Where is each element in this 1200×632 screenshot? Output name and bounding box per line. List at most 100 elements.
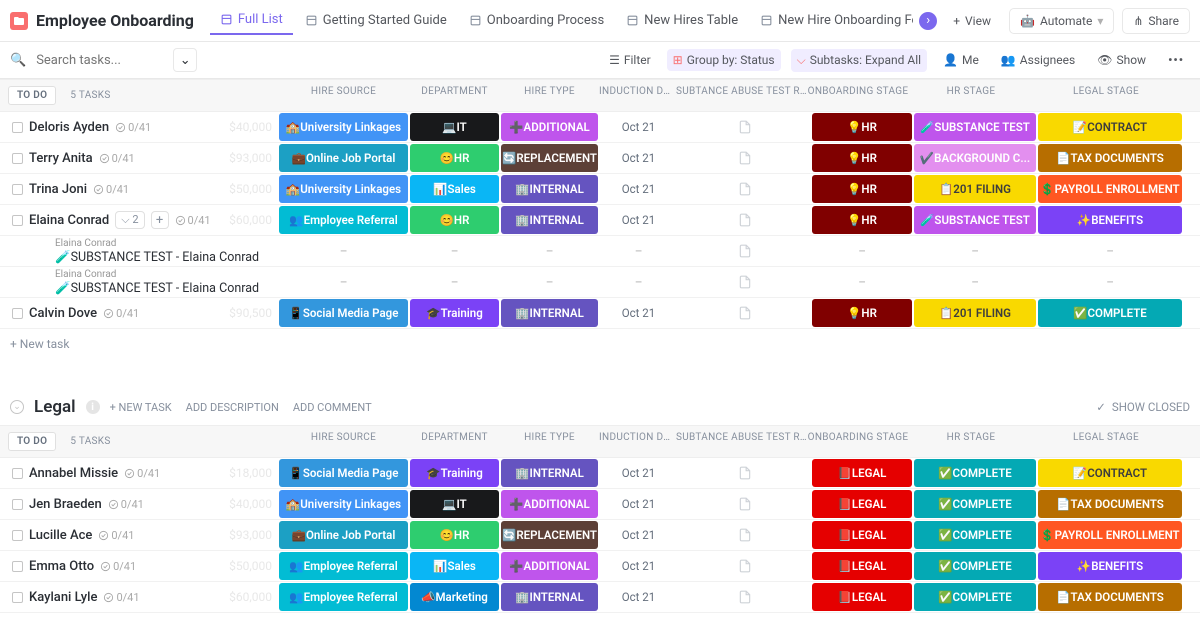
department-tag[interactable]: 😊HR [410, 521, 499, 549]
task-name[interactable]: Lucille Ace [29, 528, 92, 543]
hire-type-tag[interactable]: ➕ADDITIONAL [501, 113, 598, 141]
task-name[interactable]: Elaina Conrad [29, 213, 109, 228]
substance-cell[interactable] [679, 459, 810, 487]
search-input[interactable] [36, 53, 166, 68]
row-checkbox[interactable] [12, 122, 23, 133]
induction-date[interactable]: Oct 21 [600, 144, 677, 172]
col-legal-stage[interactable]: LEGAL STAGE [1033, 80, 1179, 111]
task-name[interactable]: Terry Anita [29, 151, 93, 166]
hr-stage-tag[interactable]: ✅COMPLETE [914, 459, 1036, 487]
hr-stage-tag[interactable]: 🧪SUBSTANCE TEST [914, 113, 1036, 141]
induction-date[interactable]: Oct 21 [600, 459, 677, 487]
substance-cell[interactable] [679, 144, 810, 172]
assignees-button[interactable]: 👥Assignees [995, 49, 1081, 71]
hire-type-tag[interactable]: 🏢INTERNAL [501, 459, 598, 487]
group-add-comment[interactable]: ADD COMMENT [293, 401, 372, 414]
substance-cell[interactable] [679, 490, 810, 518]
share-button[interactable]: ⋔Share [1122, 8, 1190, 34]
hire-source-tag[interactable]: 🏫University Linkages [279, 175, 408, 203]
hr-stage-tag[interactable]: ✅COMPLETE [914, 552, 1036, 580]
induction-date[interactable]: Oct 21 [600, 175, 677, 203]
task-name[interactable]: Kaylani Lyle [29, 590, 97, 605]
task-row[interactable]: Calvin Dove0/41$90,500📱Social Media Page… [0, 298, 1200, 329]
row-checkbox[interactable] [12, 592, 23, 603]
subtask-name[interactable]: 🧪SUBSTANCE TEST - Elaina Conrad [55, 250, 259, 265]
legal-stage-tag[interactable]: 📝CONTRACT [1038, 459, 1182, 487]
col-onboarding[interactable]: ONBOARDING STAGE [807, 80, 909, 111]
row-checkbox[interactable] [12, 530, 23, 541]
hire-source-tag[interactable]: 🏫University Linkages [279, 113, 408, 141]
task-row[interactable]: Deloris Ayden0/41$40,000🏫University Link… [0, 112, 1200, 143]
induction-date[interactable]: Oct 21 [600, 552, 677, 580]
hire-source-tag[interactable]: 📱Social Media Page [279, 459, 408, 487]
onboarding-tag[interactable]: 📕LEGAL [812, 521, 912, 549]
task-row[interactable]: Kaylani Lyle0/41$60,000👥Employee Referra… [0, 582, 1200, 613]
hr-stage-tag[interactable]: ✅COMPLETE [914, 583, 1036, 611]
subtask-name[interactable]: 🧪SUBSTANCE TEST - Elaina Conrad [55, 281, 259, 296]
task-row[interactable]: Emma Otto0/41$50,000👥Employee Referral📊S… [0, 551, 1200, 582]
show-closed[interactable]: SHOW CLOSED [1112, 400, 1190, 414]
department-tag[interactable]: 📊Sales [410, 175, 499, 203]
induction-date[interactable]: Oct 21 [600, 206, 677, 234]
hr-stage-tag[interactable]: 📋201 FILING [914, 299, 1036, 327]
row-checkbox[interactable] [12, 308, 23, 319]
info-icon[interactable]: i [86, 400, 100, 414]
hire-type-tag[interactable]: ➕ADDITIONAL [501, 552, 598, 580]
department-tag[interactable]: 💻IT [410, 113, 499, 141]
legal-stage-tag[interactable]: 📄TAX DOCUMENTS [1038, 144, 1182, 172]
induction-date[interactable]: Oct 21 [600, 583, 677, 611]
task-name[interactable]: Emma Otto [29, 559, 94, 574]
col-department[interactable]: DEPARTMENT [409, 80, 500, 111]
new-task-button[interactable]: + New task [0, 329, 1200, 359]
task-row[interactable]: Trina Joni0/41$50,000🏫University Linkage… [0, 174, 1200, 205]
onboarding-tag[interactable]: 💡HR [812, 175, 912, 203]
onboarding-tag[interactable]: 💡HR [812, 113, 912, 141]
search-dropdown[interactable]: ⌄ [173, 48, 197, 72]
tab-getting-started-guide[interactable]: Getting Started Guide [295, 7, 457, 34]
department-tag[interactable]: 🎓Training [410, 299, 499, 327]
tab-full-list[interactable]: Full List [210, 6, 293, 35]
substance-cell[interactable] [679, 552, 810, 580]
hr-stage-tag[interactable]: 📋201 FILING [914, 175, 1036, 203]
collapse-icon[interactable]: ⌄ [10, 400, 24, 414]
add-view-button[interactable]: +View [943, 9, 1001, 33]
group-new-task[interactable]: + NEW TASK [110, 401, 172, 414]
task-name[interactable]: Deloris Ayden [29, 120, 109, 135]
induction-date[interactable]: Oct 21 [600, 299, 677, 327]
department-tag[interactable]: 🎓Training [410, 459, 499, 487]
hire-source-tag[interactable]: 👥Employee Referral [279, 206, 408, 234]
subtask-row[interactable]: Elaina Conrad🧪SUBSTANCE TEST - Elaina Co… [0, 236, 1200, 267]
tab-onboarding-process[interactable]: Onboarding Process [459, 7, 614, 34]
hire-type-tag[interactable]: 🔄REPLACEMENT [501, 144, 598, 172]
row-checkbox[interactable] [12, 561, 23, 572]
onboarding-tag[interactable]: 📕LEGAL [812, 583, 912, 611]
add-subtask[interactable]: + [151, 211, 169, 229]
me-button[interactable]: 👤Me [937, 49, 985, 71]
induction-date[interactable]: Oct 21 [600, 490, 677, 518]
col-hire-source[interactable]: HIRE SOURCE [278, 80, 409, 111]
hire-type-tag[interactable]: 🔄REPLACEMENT [501, 521, 598, 549]
task-row[interactable]: Jen Braeden0/41$40,000🏫University Linkag… [0, 489, 1200, 520]
induction-date[interactable]: Oct 21 [600, 521, 677, 549]
col-hr-stage[interactable]: HR STAGE [909, 80, 1033, 111]
task-row[interactable]: Elaina Conrad⌵ 2+0/41$60,000👥Employee Re… [0, 205, 1200, 236]
row-checkbox[interactable] [12, 215, 23, 226]
substance-cell[interactable] [679, 113, 810, 141]
hire-type-tag[interactable]: ➕ADDITIONAL [501, 490, 598, 518]
hr-stage-tag[interactable]: 🧪SUBSTANCE TEST [914, 206, 1036, 234]
hr-stage-tag[interactable]: ✅COMPLETE [914, 490, 1036, 518]
filter-button[interactable]: ☰Filter [603, 49, 657, 71]
legal-stage-tag[interactable]: 💲PAYROLL ENROLLMENT [1038, 521, 1182, 549]
row-checkbox[interactable] [12, 468, 23, 479]
automate-button[interactable]: 🤖Automate▾ [1009, 8, 1114, 34]
substance-cell[interactable] [679, 583, 810, 611]
department-tag[interactable]: 😊HR [410, 144, 499, 172]
onboarding-tag[interactable]: 💡HR [812, 144, 912, 172]
hire-source-tag[interactable]: 👥Employee Referral [279, 552, 408, 580]
legal-stage-tag[interactable]: 💲PAYROLL ENROLLMENT [1038, 175, 1182, 203]
legal-stage-tag[interactable]: ✨BENEFITS [1038, 552, 1182, 580]
induction-date[interactable]: Oct 21 [600, 113, 677, 141]
legal-stage-tag[interactable]: 📄TAX DOCUMENTS [1038, 583, 1182, 611]
tab-new-hires-table[interactable]: New Hires Table [616, 7, 748, 34]
substance-cell[interactable] [679, 521, 810, 549]
